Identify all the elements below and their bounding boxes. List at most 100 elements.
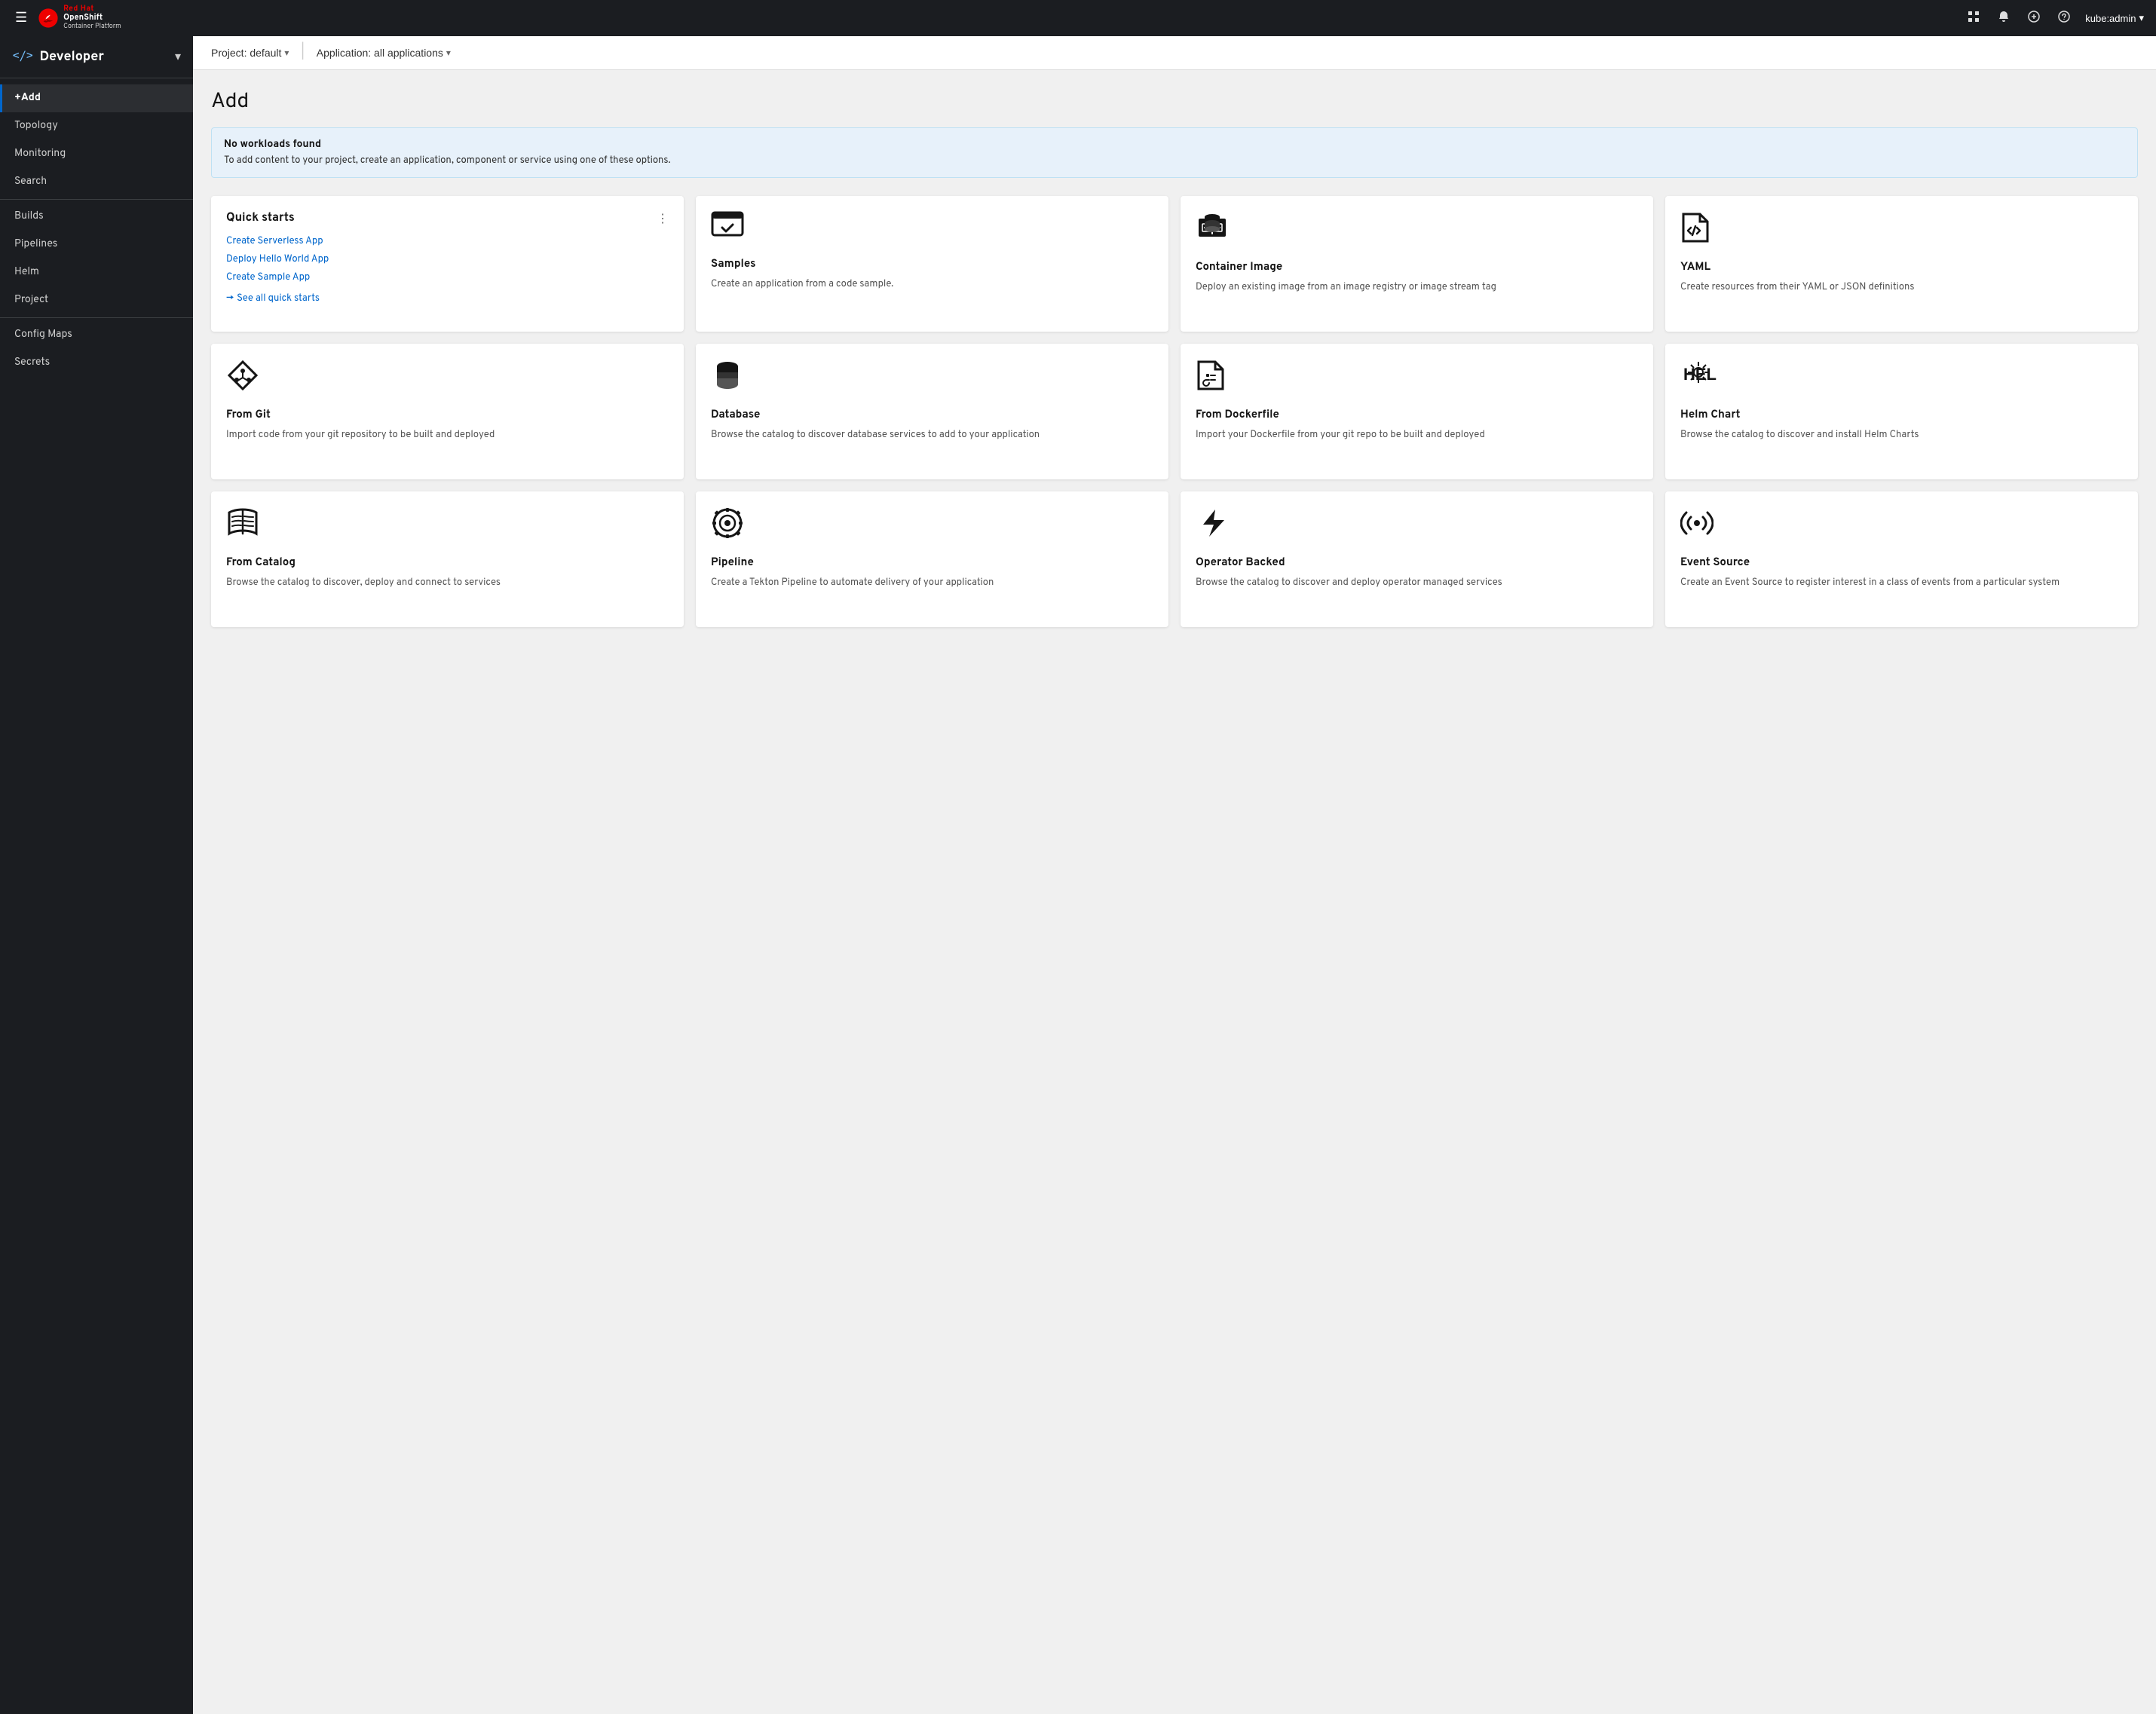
- perspective-switcher[interactable]: </> Developer ▾: [0, 36, 193, 78]
- user-menu-button[interactable]: kube:admin ▾: [2085, 12, 2144, 24]
- helm-chart-title: Helm Chart: [1680, 408, 2123, 422]
- sidebar-item-configmaps[interactable]: Config Maps: [0, 321, 193, 349]
- quick-starts-menu-button[interactable]: ⋮: [657, 211, 669, 226]
- pipeline-card[interactable]: Pipeline Create a Tekton Pipeline to aut…: [696, 491, 1168, 627]
- page-title: Add: [211, 88, 2138, 115]
- see-all-quick-starts-link[interactable]: → See all quick starts: [226, 292, 669, 305]
- samples-desc: Create an application from a code sample…: [711, 277, 1153, 292]
- event-source-icon: [1680, 507, 2123, 546]
- perspective-arrow: ▾: [175, 49, 181, 66]
- app-label: Application: all applications: [317, 47, 443, 59]
- database-title: Database: [711, 408, 1153, 422]
- database-icon-svg: [711, 359, 744, 392]
- content-area: Project: default ▾ | Application: all ap…: [193, 36, 2156, 1714]
- sidebar-item-project[interactable]: Project: [0, 286, 193, 314]
- project-dropdown-arrow: ▾: [284, 47, 289, 58]
- notifications-button[interactable]: [1995, 8, 2013, 29]
- event-source-card[interactable]: Event Source Create an Event Source to r…: [1665, 491, 2138, 627]
- pipeline-title: Pipeline: [711, 556, 1153, 570]
- from-dockerfile-title: From Dockerfile: [1196, 408, 1638, 422]
- hamburger-menu-button[interactable]: ☰: [12, 7, 30, 29]
- database-card[interactable]: Database Browse the catalog to discover …: [696, 344, 1168, 479]
- nav-left: ☰ Red Hat OpenShift Container Platform: [12, 5, 1955, 32]
- see-all-label: See all quick starts: [237, 292, 320, 305]
- git-icon-svg: [226, 359, 259, 392]
- sidebar-nav: +Add Topology Monitoring Search Builds P…: [0, 78, 193, 383]
- from-catalog-icon: [226, 507, 669, 546]
- rh-logo: Red Hat OpenShift Container Platform: [38, 5, 121, 32]
- app-dropdown-arrow: ▾: [446, 47, 451, 58]
- application-selector[interactable]: Application: all applications ▾: [317, 47, 451, 59]
- plus-circle-icon: [2028, 11, 2040, 23]
- quick-start-link-sample[interactable]: Create Sample App: [226, 271, 669, 283]
- database-desc: Browse the catalog to discover database …: [711, 428, 1153, 443]
- pipeline-icon-svg: [711, 507, 744, 540]
- top-navigation: ☰ Red Hat OpenShift Container Platform: [0, 0, 2156, 36]
- sidebar-item-builds[interactable]: Builds: [0, 203, 193, 231]
- helm-chart-card[interactable]: HELM: [1665, 344, 2138, 479]
- helm-chart-icon: HELM: [1680, 359, 2123, 399]
- helm-icon-svg: HELM: [1680, 359, 1717, 392]
- redhat-logo-icon: [38, 8, 59, 29]
- add-button[interactable]: [2025, 8, 2043, 29]
- alert-body: To add content to your project, create a…: [224, 155, 2125, 167]
- container-image-title: Container Image: [1196, 260, 1638, 274]
- grid-icon: [1968, 11, 1980, 23]
- samples-icon: [711, 211, 1153, 248]
- from-git-title: From Git: [226, 408, 669, 422]
- container-icon-svg: [1196, 211, 1229, 244]
- sub-header: Project: default ▾ | Application: all ap…: [193, 36, 2156, 70]
- page-content: Add No workloads found To add content to…: [193, 70, 2156, 1714]
- samples-card[interactable]: Samples Create an application from a cod…: [696, 196, 1168, 332]
- main-layout: </> Developer ▾ +Add Topology Monitoring…: [0, 36, 2156, 1714]
- quick-start-link-helloworld[interactable]: Deploy Hello World App: [226, 253, 669, 265]
- sidebar-item-topology[interactable]: Topology: [0, 112, 193, 140]
- yaml-icon-svg: [1680, 211, 1710, 244]
- app-grid-button[interactable]: [1965, 8, 1983, 29]
- sidebar-item-helm[interactable]: Helm: [0, 259, 193, 286]
- helm-chart-desc: Browse the catalog to discover and insta…: [1680, 428, 2123, 443]
- database-icon: [711, 359, 1153, 399]
- sidebar-item-secrets[interactable]: Secrets: [0, 349, 193, 377]
- help-button[interactable]: [2055, 8, 2073, 29]
- sidebar-item-monitoring[interactable]: Monitoring: [0, 140, 193, 168]
- sidebar-item-search[interactable]: Search: [0, 168, 193, 196]
- yaml-card[interactable]: YAML Create resources from their YAML or…: [1665, 196, 2138, 332]
- yaml-desc: Create resources from their YAML or JSON…: [1680, 280, 2123, 295]
- from-git-card[interactable]: From Git Import code from your git repos…: [211, 344, 684, 479]
- from-dockerfile-desc: Import your Dockerfile from your git rep…: [1196, 428, 1638, 443]
- container-image-icon: [1196, 211, 1638, 251]
- project-selector[interactable]: Project: default ▾: [211, 47, 289, 59]
- sidebar-item-add[interactable]: +Add: [0, 84, 193, 112]
- container-image-card[interactable]: Container Image Deploy an existing image…: [1181, 196, 1653, 332]
- from-catalog-title: From Catalog: [226, 556, 669, 570]
- quick-starts-card[interactable]: Quick starts ⋮ Create Serverless App Dep…: [211, 196, 684, 332]
- sidebar-divider-2: [0, 317, 193, 318]
- from-git-icon: [226, 359, 669, 399]
- sidebar-item-pipelines[interactable]: Pipelines: [0, 231, 193, 259]
- bell-icon: [1998, 11, 2010, 23]
- quick-start-link-serverless[interactable]: Create Serverless App: [226, 235, 669, 247]
- quick-starts-title: Quick starts: [226, 211, 295, 226]
- page-inner: Add No workloads found To add content to…: [193, 70, 2156, 645]
- operator-icon-svg: [1196, 507, 1229, 540]
- operator-backed-card[interactable]: Operator Backed Browse the catalog to di…: [1181, 491, 1653, 627]
- event-source-desc: Create an Event Source to register inter…: [1680, 576, 2123, 591]
- no-workloads-alert: No workloads found To add content to you…: [211, 127, 2138, 178]
- from-catalog-card[interactable]: From Catalog Browse the catalog to disco…: [211, 491, 684, 627]
- quick-starts-header: Quick starts ⋮: [226, 211, 669, 226]
- samples-icon-svg: [711, 211, 744, 241]
- from-catalog-desc: Browse the catalog to discover, deploy a…: [226, 576, 669, 591]
- yaml-icon: [1680, 211, 2123, 251]
- catalog-icon-svg: [226, 507, 259, 540]
- nav-right: kube:admin ▾: [1965, 8, 2144, 29]
- from-git-desc: Import code from your git repository to …: [226, 428, 669, 443]
- help-icon: [2058, 11, 2070, 23]
- from-dockerfile-card[interactable]: From Dockerfile Import your Dockerfile f…: [1181, 344, 1653, 479]
- from-dockerfile-icon: [1196, 359, 1638, 399]
- container-image-desc: Deploy an existing image from an image r…: [1196, 280, 1638, 295]
- user-menu-arrow: ▾: [2139, 12, 2144, 24]
- pipeline-icon: [711, 507, 1153, 546]
- dockerfile-icon-svg: [1196, 359, 1226, 392]
- sidebar-divider-1: [0, 199, 193, 200]
